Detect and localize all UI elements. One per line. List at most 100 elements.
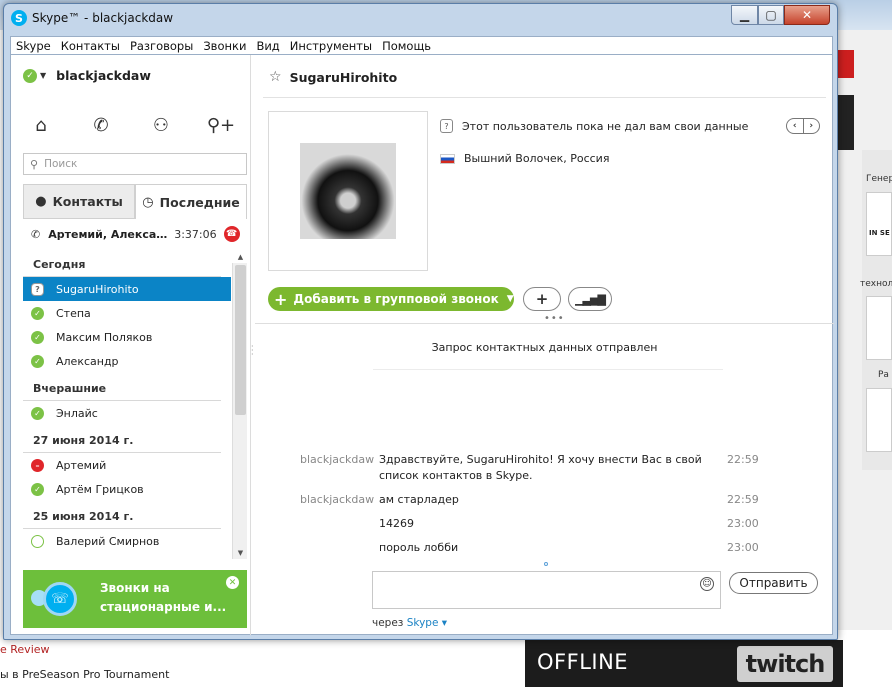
- clock-icon: ◷: [142, 194, 154, 210]
- menu-item-help[interactable]: Помощь: [377, 39, 436, 53]
- add-to-group-call-label: Добавить в групповой звонок: [293, 292, 499, 306]
- promo-line-2: стационарные и...: [100, 600, 227, 614]
- avatar-frame: [268, 111, 428, 271]
- background-tile[interactable]: [866, 388, 892, 452]
- conversation-title: SugaruHirohito: [289, 69, 398, 85]
- phone-icon: ✆: [31, 227, 41, 241]
- search-box[interactable]: ⚲: [23, 153, 247, 175]
- add-contact-icon[interactable]: ⚲+: [207, 113, 235, 137]
- window-title: Skype™ - blackjackdaw: [32, 11, 174, 25]
- sidebar-tabs: ● Контакты ◷ Последние: [23, 184, 247, 219]
- list-item[interactable]: ✓ Энлайс: [23, 401, 231, 425]
- emoticon-icon[interactable]: ☺: [700, 577, 714, 591]
- profile-status[interactable]: ✓ ▼ blackjackdaw: [23, 68, 151, 83]
- chevron-down-icon[interactable]: ▼: [40, 71, 46, 80]
- list-item[interactable]: Валерий Смирнов: [23, 529, 231, 553]
- send-via-prefix: через: [372, 617, 404, 629]
- menu-item-tools[interactable]: Инструменты: [285, 39, 377, 53]
- chevron-down-icon: ▼: [506, 294, 514, 304]
- menu-item-calls[interactable]: Звонки: [198, 39, 251, 53]
- chat-message: 14269 23:00: [255, 516, 834, 534]
- divider: [255, 323, 834, 324]
- list-item[interactable]: ✓ Степа: [23, 301, 231, 325]
- background-label: Ра: [878, 370, 889, 380]
- tab-recent[interactable]: ◷ Последние: [135, 184, 247, 219]
- profile-name[interactable]: blackjackdaw: [56, 68, 151, 83]
- divider: [373, 369, 723, 370]
- group-header: 27 июня 2014 г.: [23, 425, 221, 453]
- client-area: ✓ ▼ blackjackdaw ⌂ ✆ ⚇ ⚲+ ⚲ ● Контакты: [10, 55, 834, 635]
- online-status-icon: ✓: [31, 306, 44, 320]
- close-icon[interactable]: ✕: [226, 576, 239, 589]
- unknown-status-icon: ?: [31, 282, 44, 296]
- twitch-player[interactable]: OFFLINE twitch: [525, 640, 843, 687]
- active-call-time: 3:37:06: [174, 227, 217, 241]
- online-status-icon: ✓: [31, 406, 44, 420]
- send-button[interactable]: Отправить: [729, 572, 818, 594]
- menu-item-contacts[interactable]: Контакты: [56, 39, 125, 53]
- chevron-left-icon[interactable]: ‹: [787, 119, 804, 133]
- add-button[interactable]: +: [523, 287, 561, 311]
- menu-item-conversations[interactable]: Разговоры: [125, 39, 198, 53]
- background-links: e Review ы в PreSeason Pro Tournament: [0, 640, 520, 687]
- recent-contact-list: Сегодня ? SugaruHirohito ✓ Степа ✓ Макси…: [23, 249, 247, 559]
- contact-name: Энлайс: [56, 406, 98, 420]
- do-not-disturb-status-icon: –: [31, 458, 44, 472]
- profile-info-unavailable: ? Этот пользователь пока не дал вам свои…: [440, 119, 748, 133]
- scroll-up-icon[interactable]: ▲: [233, 251, 248, 263]
- list-item[interactable]: – Артемий: [23, 453, 231, 477]
- send-via-selector[interactable]: через Skype ▾: [372, 617, 447, 629]
- contact-list-scrollbar[interactable]: ▲ ▼: [232, 253, 248, 559]
- active-call-row[interactable]: ✆ Артемий, Александр 3:37:06 ☎: [23, 223, 247, 245]
- close-button[interactable]: ✕: [784, 5, 830, 25]
- message-input[interactable]: ☺: [372, 571, 721, 609]
- list-item[interactable]: ✓ Александр: [23, 349, 231, 373]
- background-link-preseason[interactable]: ы в PreSeason Pro Tournament: [0, 668, 169, 681]
- russia-flag-icon: [440, 153, 455, 164]
- profile-pager: ‹ ›: [786, 118, 820, 134]
- scrollbar-thumb[interactable]: [235, 265, 246, 415]
- list-item[interactable]: ✓ Артём Грицков: [23, 477, 231, 501]
- background-tile[interactable]: [866, 296, 892, 360]
- list-item[interactable]: ? SugaruHirohito: [23, 277, 231, 301]
- conversation-header: ☆ SugaruHirohito: [269, 69, 397, 85]
- call-quality-button[interactable]: ▁▃▅▇: [568, 287, 612, 311]
- search-input[interactable]: [44, 158, 225, 170]
- list-item[interactable]: ✓ Максим Поляков: [23, 325, 231, 349]
- chat-message: blackjackdaw ам старладер 22:59: [255, 492, 834, 510]
- maximize-button[interactable]: ▢: [758, 5, 784, 25]
- online-status-icon[interactable]: ✓: [23, 68, 37, 83]
- menu-item-skype[interactable]: Skype: [11, 39, 56, 53]
- home-icon[interactable]: ⌂: [27, 113, 55, 137]
- profile-location: Вышний Волочек, Россия: [440, 152, 609, 165]
- location-text: Вышний Волочек, Россия: [464, 152, 610, 165]
- title-bar[interactable]: S Skype™ - blackjackdaw ▁ ▢ ✕: [4, 4, 837, 34]
- group-icon[interactable]: ⚇: [147, 113, 175, 137]
- tab-recent-label: Последние: [159, 194, 240, 210]
- chat-message: blackjackdaw Здравствуйте, SugaruHirohit…: [255, 452, 834, 486]
- contact-name: Артемий: [56, 458, 107, 472]
- typing-indicator-icon: [544, 562, 548, 566]
- twitch-logo: twitch: [737, 646, 833, 682]
- chevron-down-icon: ▾: [441, 617, 448, 629]
- add-to-group-call-button[interactable]: + Добавить в групповой звонок ▼: [268, 287, 514, 311]
- landline-promo-banner[interactable]: ☏ Звонки на стационарные и... ✕: [23, 570, 247, 628]
- message-text: 14269: [379, 517, 414, 530]
- menu-item-view[interactable]: Вид: [251, 39, 284, 53]
- chevron-right-icon[interactable]: ›: [804, 119, 820, 133]
- favorite-star-icon[interactable]: ☆: [269, 69, 282, 85]
- promo-text: Звонки на стационарные и...: [100, 579, 230, 617]
- background-link-review[interactable]: e Review: [0, 643, 50, 656]
- landline-phone-icon: ☏: [43, 582, 77, 616]
- phone-icon[interactable]: ✆: [87, 113, 115, 137]
- skype-window: S Skype™ - blackjackdaw ▁ ▢ ✕ Skype Конт…: [3, 3, 838, 640]
- minimize-button[interactable]: ▁: [731, 5, 758, 25]
- message-time: 23:00: [727, 541, 759, 554]
- message-text: Здравствуйте, SugaruHirohito! Я хочу вне…: [379, 453, 702, 482]
- scroll-down-icon[interactable]: ▼: [233, 547, 248, 559]
- background-tile[interactable]: IN SE: [866, 192, 892, 256]
- tab-contacts[interactable]: ● Контакты: [23, 184, 135, 219]
- question-icon: ?: [440, 119, 453, 133]
- hang-up-icon[interactable]: ☎: [223, 226, 240, 242]
- avatar[interactable]: [300, 143, 396, 239]
